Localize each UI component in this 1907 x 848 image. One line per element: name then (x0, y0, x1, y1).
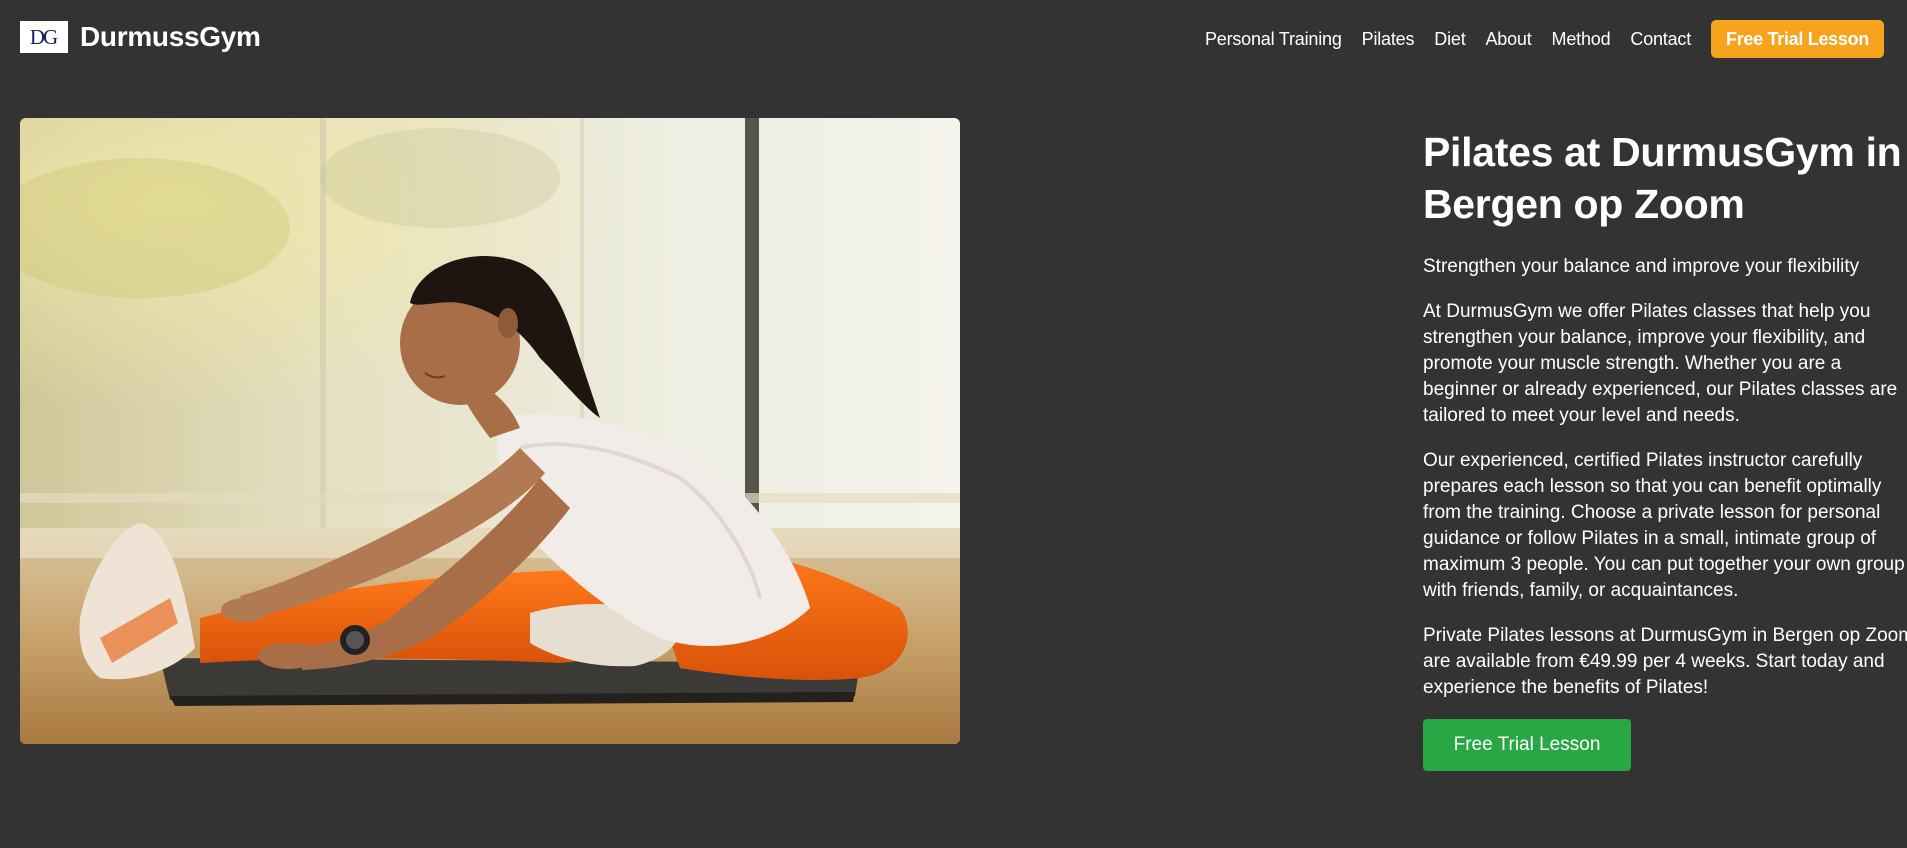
brand-link[interactable]: DG DurmussGym (20, 21, 261, 53)
nav-free-trial-button[interactable]: Free Trial Lesson (1711, 20, 1884, 58)
brand-name: DurmussGym (80, 21, 261, 52)
page-title-line-1: Pilates at DurmusGym in (1423, 129, 1902, 175)
paragraph-line: with friends, family, or acquaintances. (1423, 580, 1739, 601)
paragraph-line: Private Pilates lessons at DurmusGym in … (1423, 625, 1907, 646)
intro-paragraph: At DurmusGym we offer Pilates classes th… (1423, 299, 1903, 429)
logo-icon: DG (20, 21, 68, 53)
free-trial-button[interactable]: Free Trial Lesson (1423, 719, 1631, 771)
paragraph-line: tailored to meet your level and needs. (1423, 405, 1740, 426)
paragraph-line: Our experienced, certified Pilates instr… (1423, 450, 1863, 471)
nav-item-diet[interactable]: Diet (1434, 29, 1465, 50)
paragraph-line: beginner or already experienced, our Pil… (1423, 379, 1898, 400)
hero-subtitle: Strengthen your balance and improve your… (1423, 256, 1860, 277)
paragraph-line: from the training. Choose a private less… (1423, 502, 1881, 523)
paragraph-line: experience the benefits of Pilates! (1423, 677, 1709, 698)
hero-image (20, 118, 960, 744)
page-title: Pilates at DurmusGym in Bergen op Zoom (1423, 126, 1903, 230)
paragraph-line: strengthen your balance, improve your fl… (1423, 327, 1866, 348)
pricing-paragraph: Private Pilates lessons at DurmusGym in … (1423, 623, 1907, 701)
page-title-line-2: Bergen op Zoom (1423, 181, 1745, 227)
paragraph-line: are available from €49.99 per 4 weeks. S… (1423, 651, 1885, 672)
navbar: DG DurmussGym Personal Training Pilates … (0, 0, 1907, 80)
paragraph-line: At DurmusGym we offer Pilates classes th… (1423, 301, 1871, 322)
nav-item-pilates[interactable]: Pilates (1362, 29, 1415, 50)
paragraph-line: guidance or follow Pilates in a small, i… (1423, 528, 1877, 549)
paragraph-line: prepares each lesson so that you can ben… (1423, 476, 1882, 497)
instructor-paragraph: Our experienced, certified Pilates instr… (1423, 448, 1905, 604)
paragraph-line: maximum 3 people. You can put together y… (1423, 554, 1905, 575)
nav-item-personal-training[interactable]: Personal Training (1205, 29, 1342, 50)
hero-content: Pilates at DurmusGym in Bergen op Zoom S… (1423, 126, 1907, 771)
paragraph-line: promote your muscle strength. Whether yo… (1423, 353, 1842, 374)
nav-item-contact[interactable]: Contact (1630, 29, 1691, 50)
nav-item-about[interactable]: About (1486, 29, 1532, 50)
nav-item-method[interactable]: Method (1552, 29, 1611, 50)
main-nav: Personal Training Pilates Diet About Met… (1205, 20, 1884, 58)
